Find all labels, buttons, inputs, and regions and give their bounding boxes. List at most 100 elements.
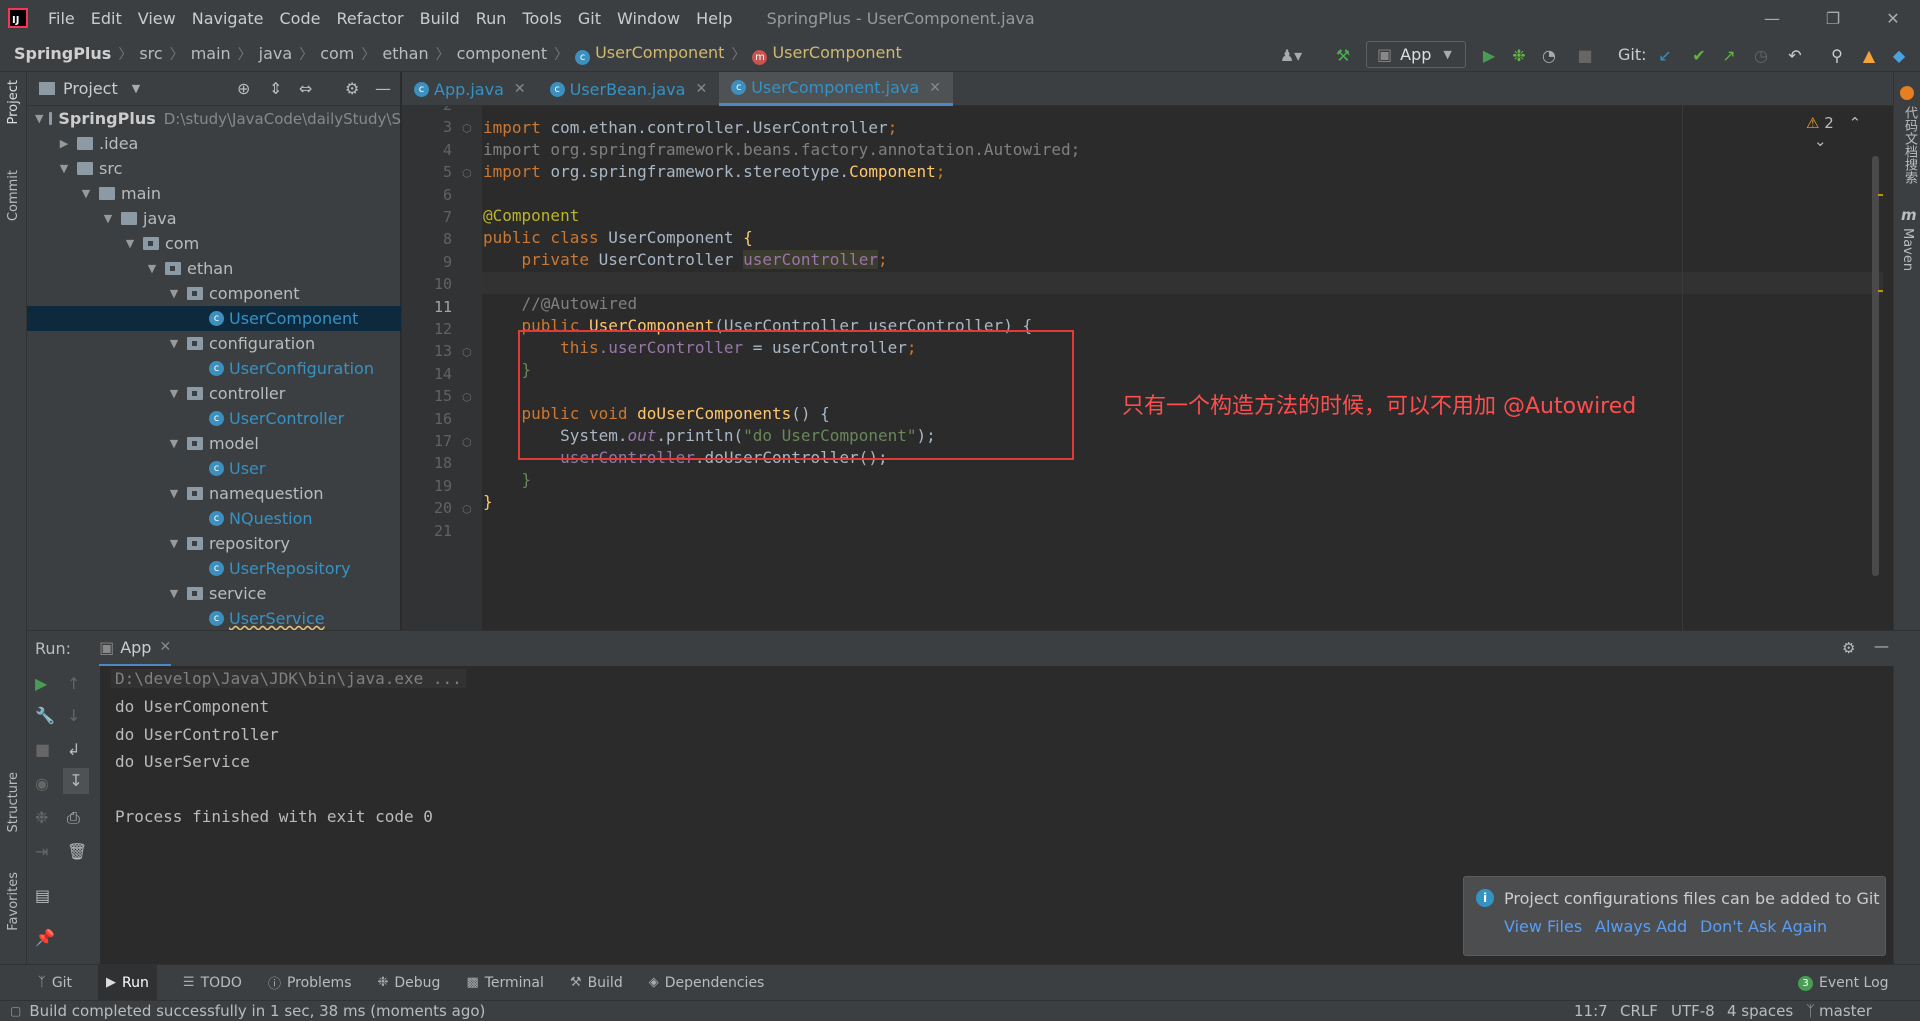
close-window-icon[interactable]: ✕ <box>1866 0 1920 36</box>
tab-userbean-java[interactable]: c UserBean.java ✕ <box>538 72 720 106</box>
menu-tools[interactable]: Tools <box>514 9 569 28</box>
git-update-icon[interactable]: ↙ <box>1652 42 1678 68</box>
line-number[interactable]: 3 <box>402 118 452 136</box>
tree-root[interactable]: ▼ SpringPlus D:\study\JavaCode\dailyStud… <box>27 106 401 131</box>
dont-ask-again-link[interactable]: Don't Ask Again <box>1700 917 1827 936</box>
line-number[interactable]: 9 <box>402 253 452 271</box>
tree-item-folder[interactable]: ▼ model <box>27 431 401 456</box>
tool-build[interactable]: ⚒ Build <box>570 975 623 991</box>
tool-debug[interactable]: ❉ Debug <box>377 975 440 991</box>
menu-build[interactable]: Build <box>412 9 468 28</box>
tool-git[interactable]: ᛉ Git <box>38 975 72 991</box>
tree-item-folder[interactable]: ▼ component <box>27 281 401 306</box>
tree-item-folder[interactable]: ▼ configuration <box>27 331 401 356</box>
chevron-down-icon[interactable]: ▼ <box>167 587 181 600</box>
menu-file[interactable]: File <box>40 9 83 28</box>
tree-item-folder[interactable]: ▶ .idea <box>27 131 401 156</box>
coverage-icon[interactable]: ◔ <box>1536 42 1562 68</box>
indent-setting[interactable]: 4 spaces <box>1727 1002 1793 1020</box>
scroll-down-icon[interactable]: ↓ <box>67 706 80 725</box>
restore-icon[interactable]: ❐ <box>1806 0 1860 36</box>
build-hammer-icon[interactable]: ⚒ <box>1330 42 1356 68</box>
git-rollback-icon[interactable]: ↶ <box>1782 42 1808 68</box>
tree-item-class[interactable]: c User <box>27 456 401 481</box>
chevron-down-icon[interactable]: ▼ <box>132 82 140 95</box>
menu-git[interactable]: Git <box>570 9 609 28</box>
breadcrumb-java[interactable]: java <box>255 44 297 63</box>
chevron-up-icon[interactable]: ⌃ <box>1849 114 1862 132</box>
close-tab-icon[interactable]: ✕ <box>929 80 941 96</box>
menu-view[interactable]: View <box>130 9 184 28</box>
close-tab-icon[interactable]: ✕ <box>514 81 526 97</box>
breadcrumb-ethan[interactable]: ethan <box>378 44 432 63</box>
breadcrumb-main[interactable]: main <box>187 44 235 63</box>
layout-icon[interactable]: ▤ <box>35 886 50 905</box>
close-tab-icon[interactable]: ✕ <box>695 81 707 97</box>
run-configuration-select[interactable]: ▣ App ▼ <box>1366 41 1466 68</box>
line-number[interactable]: 18 <box>402 454 452 472</box>
expand-all-icon[interactable]: ⇕ <box>269 79 282 98</box>
scroll-to-end-icon[interactable]: ↧ <box>63 768 89 794</box>
line-number[interactable]: 12 <box>402 320 452 338</box>
chevron-down-icon[interactable]: ▼ <box>167 387 181 400</box>
line-number[interactable]: 7 <box>402 208 452 226</box>
line-number[interactable]: 16 <box>402 410 452 428</box>
tool-terminal[interactable]: ▩ Terminal <box>466 975 543 991</box>
camera-icon[interactable]: ◉ <box>35 774 49 793</box>
chevron-down-icon[interactable]: ▼ <box>101 212 115 225</box>
tool-dependencies[interactable]: ◈ Dependencies <box>649 975 765 991</box>
fold-marker-icon[interactable]: ⬡ <box>462 436 472 449</box>
breadcrumb-com[interactable]: com <box>316 44 358 63</box>
fold-marker-icon[interactable]: ⬡ <box>462 122 472 135</box>
hide-panel-icon[interactable]: — <box>375 79 391 98</box>
locate-icon[interactable]: ⊕ <box>237 79 250 98</box>
pin-icon[interactable]: 📌 <box>35 928 55 947</box>
stop-icon[interactable]: ■ <box>35 740 50 759</box>
chevron-down-icon[interactable]: ▼ <box>57 162 71 175</box>
git-history-icon[interactable]: ◷ <box>1748 42 1774 68</box>
plugin-icon[interactable]: ◆ <box>1886 42 1912 68</box>
search-icon[interactable]: ⚲ <box>1824 42 1850 68</box>
chevron-right-icon[interactable]: ▶ <box>57 137 71 150</box>
line-number[interactable]: 20 <box>402 499 452 517</box>
exit-icon[interactable]: ⇥ <box>35 842 48 861</box>
menu-edit[interactable]: Edit <box>83 9 130 28</box>
trash-icon[interactable]: 🗑 <box>67 842 87 861</box>
menu-code[interactable]: Code <box>272 9 329 28</box>
debug-icon[interactable]: ❉ <box>1506 42 1532 68</box>
rerun-icon[interactable]: ▶ <box>35 674 47 693</box>
menu-help[interactable]: Help <box>688 9 740 28</box>
gear-icon[interactable]: ⚙ <box>1842 639 1855 657</box>
tree-item-folder[interactable]: ▼ main <box>27 181 401 206</box>
tab-app-java[interactable]: c App.java ✕ <box>402 72 538 106</box>
chevron-down-icon[interactable]: ▼ <box>167 437 181 450</box>
menu-window[interactable]: Window <box>609 9 688 28</box>
menu-run[interactable]: Run <box>468 9 515 28</box>
tab-usercomponent-java[interactable]: c UserComponent.java ✕ <box>719 72 953 106</box>
minimize-icon[interactable]: — <box>1745 0 1799 36</box>
git-push-icon[interactable]: ↗ <box>1716 42 1742 68</box>
scroll-up-icon[interactable]: ↑ <box>67 674 80 693</box>
breadcrumb-method[interactable]: m UserComponent <box>748 43 905 65</box>
tool-todo[interactable]: ☰ TODO <box>183 975 242 991</box>
bug-icon[interactable]: ❉ <box>35 808 48 827</box>
code-doc-search-button[interactable]: 代码文档搜索 <box>1900 106 1919 184</box>
chevron-down-icon[interactable]: ▼ <box>167 537 181 550</box>
user-icon[interactable]: ♟▾ <box>1278 42 1304 68</box>
menu-refactor[interactable]: Refactor <box>328 9 411 28</box>
tool-event-log[interactable]: 3 Event Log <box>1798 975 1889 991</box>
chevron-down-icon[interactable]: ▼ <box>123 237 137 250</box>
run-tab-app[interactable]: ▣ App ✕ <box>99 631 172 667</box>
tree-item-class[interactable]: c UserComponent <box>27 306 401 331</box>
project-tool-window-button[interactable]: Project <box>6 80 21 124</box>
chevron-down-icon[interactable]: ▼ <box>79 187 93 200</box>
line-number[interactable]: 14 <box>402 365 452 383</box>
hide-panel-icon[interactable]: — <box>1874 637 1889 655</box>
tree-item-class[interactable]: c UserRepository <box>27 556 401 581</box>
view-files-link[interactable]: View Files <box>1504 917 1582 936</box>
chevron-down-icon[interactable]: ⌄ <box>1814 132 1827 150</box>
line-number[interactable]: 21 <box>402 522 452 540</box>
gear-icon[interactable]: ⚙ <box>345 79 359 98</box>
commit-tool-window-button[interactable]: Commit <box>6 170 21 221</box>
run-icon[interactable]: ▶ <box>1476 42 1502 68</box>
